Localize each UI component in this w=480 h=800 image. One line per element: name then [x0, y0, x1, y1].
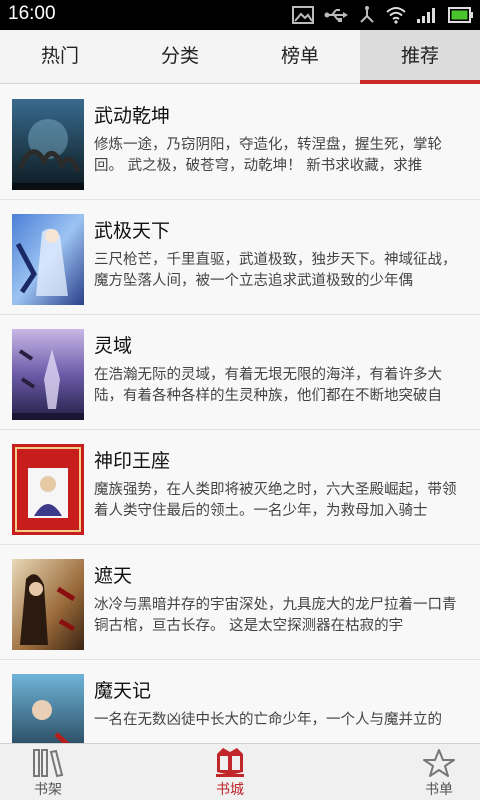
book-cover-image	[12, 559, 84, 650]
nav-bookstore[interactable]: 书城	[185, 744, 275, 800]
bottom-nav: 书架 书城 书单	[0, 743, 480, 800]
book-item[interactable]: 武极天下 三尺枪芒，千里直驱，武道极致，独步天下。神域征战，魔方坠落人间，被一个…	[0, 200, 480, 315]
status-time: 16:00	[8, 3, 56, 24]
bookshelf-icon	[32, 748, 64, 782]
book-description: 三尺枪芒，千里直驱，武道极致，独步天下。神域征战，魔方坠落人间，被一个立志追求武…	[94, 252, 457, 289]
star-icon	[423, 748, 455, 782]
book-title: 遮天	[94, 565, 133, 587]
book-title: 灵域	[94, 335, 133, 357]
book-item[interactable]: 神印王座 魔族强势，在人类即将被灭绝之时，六大圣殿崛起，带领着人类守住最后的领土…	[0, 430, 480, 545]
signal-icon	[416, 6, 438, 24]
nav-bookstore-label: 书城	[216, 782, 244, 798]
book-item[interactable]: 灵域 在浩瀚无际的灵域，有着无垠无限的海洋，有着许多大陆，有着各种各样的生灵种族…	[0, 315, 480, 430]
tab-ranking[interactable]: 榜单	[240, 30, 360, 83]
book-item[interactable]: 遮天 冰冷与黑暗并存的宇宙深处，九具庞大的龙尸拉着一口青铜古棺，亘古长存。 这是…	[0, 545, 480, 660]
book-title: 武动乾坤	[94, 105, 171, 127]
book-cover-image	[12, 214, 84, 305]
book-item[interactable]: 武动乾坤 修炼一途，乃窃阴阳，夺造化，转涅盘，握生死，掌轮回。 武之极，破苍穹，…	[0, 85, 480, 200]
book-cover-image	[12, 99, 84, 190]
open-book-icon	[213, 748, 247, 782]
nav-booklist-label: 书单	[425, 782, 453, 798]
book-cover-image	[12, 444, 84, 535]
nav-bookshelf[interactable]: 书架	[3, 744, 93, 800]
nav-booklist[interactable]: 书单	[394, 744, 480, 800]
book-description: 魔族强势，在人类即将被灭绝之时，六大圣殿崛起，带领着人类守住最后的领土。一名少年…	[94, 482, 457, 519]
book-title: 魔天记	[94, 680, 152, 702]
tab-recommend[interactable]: 推荐	[360, 30, 480, 84]
book-description: 在浩瀚无际的灵域，有着无垠无限的海洋，有着许多大陆，有着各种各样的生灵种族，他们…	[94, 367, 442, 404]
book-description: 冰冷与黑暗并存的宇宙深处，九具庞大的龙尸拉着一口青铜古棺，亘古长存。 这是太空探…	[94, 597, 457, 634]
image-notification-icon	[292, 6, 314, 24]
status-bar: 16:00	[0, 0, 480, 30]
tab-category[interactable]: 分类	[120, 30, 240, 83]
top-tabs: 热门 分类 榜单 推荐	[0, 30, 480, 84]
book-cover-image	[12, 674, 84, 743]
book-title: 神印王座	[94, 450, 171, 472]
book-item[interactable]: 魔天记 一名在无数凶徒中长大的亡命少年，一个人与魔并立的	[0, 660, 480, 743]
battery-icon	[448, 7, 474, 23]
book-description: 一名在无数凶徒中长大的亡命少年，一个人与魔并立的	[94, 712, 442, 728]
wifi-icon	[386, 6, 406, 24]
usb-icon	[324, 7, 348, 23]
book-list[interactable]: 武动乾坤 修炼一途，乃窃阴阳，夺造化，转涅盘，握生死，掌轮回。 武之极，破苍穹，…	[0, 85, 480, 743]
book-cover-image	[12, 329, 84, 420]
book-description: 修炼一途，乃窃阴阳，夺造化，转涅盘，握生死，掌轮回。 武之极，破苍穹，动乾坤！ …	[94, 137, 442, 174]
nav-bookshelf-label: 书架	[34, 782, 62, 798]
tab-hot[interactable]: 热门	[0, 30, 120, 83]
debug-icon	[358, 6, 376, 24]
book-title: 武极天下	[94, 220, 171, 242]
status-icons	[292, 4, 474, 26]
